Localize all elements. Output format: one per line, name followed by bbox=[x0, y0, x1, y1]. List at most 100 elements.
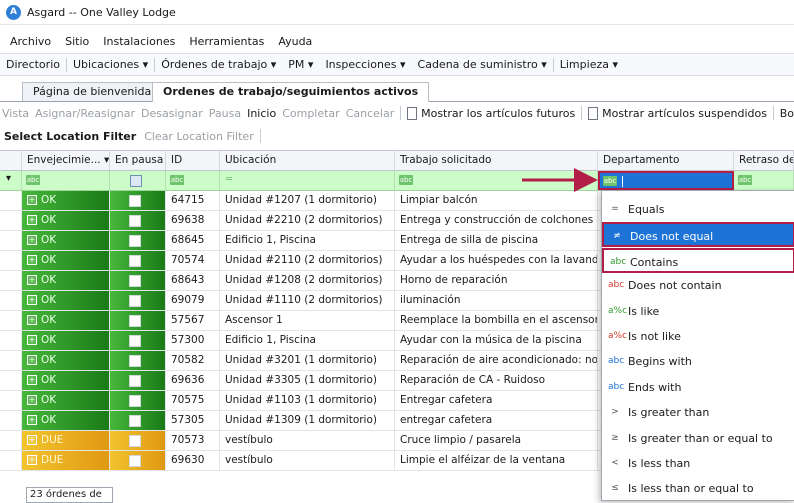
paused-checkbox[interactable] bbox=[129, 455, 141, 467]
show-suspended-checkbox[interactable] bbox=[587, 106, 599, 120]
menu-instalaciones[interactable]: Instalaciones bbox=[103, 35, 175, 48]
aging-cell: + OK bbox=[22, 331, 110, 350]
work-cell: Entrega y construcción de colchones de..… bbox=[395, 211, 598, 230]
menu-ayuda[interactable]: Ayuda bbox=[278, 35, 312, 48]
row-selector[interactable] bbox=[0, 211, 22, 230]
start-button[interactable]: Inicio bbox=[247, 107, 276, 120]
column-header-delay[interactable]: Retraso de r bbox=[734, 151, 794, 170]
tab-pagina-de-bienvenida[interactable]: Página de bienvenida bbox=[22, 82, 163, 101]
filter-cell-paused[interactable] bbox=[110, 171, 166, 190]
row-selector[interactable] bbox=[0, 311, 22, 330]
menu-archivo[interactable]: Archivo bbox=[10, 35, 51, 48]
complete-button[interactable]: Completar bbox=[282, 107, 340, 120]
paused-checkbox[interactable] bbox=[129, 215, 141, 227]
paused-checkbox[interactable] bbox=[129, 235, 141, 247]
filter-cell-delay[interactable]: abc bbox=[734, 171, 794, 190]
clear-location-filter-button[interactable]: Clear Location Filter bbox=[144, 130, 254, 143]
filter-menu-item[interactable]: > Is greater than bbox=[602, 400, 794, 425]
work-cell: entregar cafetera bbox=[395, 411, 598, 430]
paused-checkbox[interactable] bbox=[129, 395, 141, 407]
column-header-paused[interactable]: En pausa bbox=[110, 151, 166, 170]
filter-menu-item[interactable]: a%c Is not like bbox=[602, 324, 794, 349]
nav-directorio[interactable]: Directorio bbox=[0, 58, 66, 71]
nav-pm[interactable]: PM ▾ bbox=[282, 58, 319, 71]
row-selector[interactable] bbox=[0, 291, 22, 310]
filter-cell-department[interactable]: abc bbox=[598, 171, 734, 190]
column-header-aging[interactable]: Envejecimie... ▾ bbox=[22, 151, 110, 170]
row-selector[interactable] bbox=[0, 391, 22, 410]
paused-checkbox[interactable] bbox=[129, 335, 141, 347]
select-location-filter-button[interactable]: Select Location Filter bbox=[4, 130, 136, 143]
nav-ubicaciones[interactable]: Ubicaciones ▾ bbox=[67, 58, 154, 71]
row-selector[interactable] bbox=[0, 411, 22, 430]
nav-limpieza[interactable]: Limpieza ▾ bbox=[554, 58, 624, 71]
pause-button[interactable]: Pausa bbox=[209, 107, 241, 120]
row-selector[interactable] bbox=[0, 251, 22, 270]
show-future-checkbox[interactable] bbox=[406, 106, 418, 120]
expand-icon[interactable]: + bbox=[27, 395, 37, 405]
row-selector[interactable] bbox=[0, 431, 22, 450]
expand-icon[interactable]: + bbox=[27, 295, 37, 305]
filter-menu-item[interactable]: abc Does not contain bbox=[602, 273, 794, 298]
menu-sitio[interactable]: Sitio bbox=[65, 35, 89, 48]
expand-icon[interactable]: + bbox=[27, 415, 37, 425]
row-selector[interactable] bbox=[0, 271, 22, 290]
filter-menu-item[interactable]: ≤ Is less than or equal to bbox=[602, 476, 794, 501]
paused-checkbox[interactable] bbox=[129, 195, 141, 207]
paused-checkbox[interactable] bbox=[129, 255, 141, 267]
filter-menu-item[interactable]: abc Begins with bbox=[602, 349, 794, 374]
expand-icon[interactable]: + bbox=[27, 435, 37, 445]
view-button[interactable]: Vista bbox=[2, 107, 29, 120]
column-header-id[interactable]: ID bbox=[166, 151, 220, 170]
expand-icon[interactable]: + bbox=[27, 375, 37, 385]
expand-icon[interactable]: + bbox=[27, 215, 37, 225]
expand-icon[interactable]: + bbox=[27, 315, 37, 325]
id-cell: 70573 bbox=[166, 431, 220, 450]
expand-icon[interactable]: + bbox=[27, 275, 37, 285]
expand-icon[interactable]: + bbox=[27, 255, 37, 265]
filter-cell-work[interactable]: abc bbox=[395, 171, 598, 190]
filter-menu-item[interactable]: abc Contains bbox=[602, 247, 794, 273]
filter-menu-item[interactable]: < Is less than bbox=[602, 451, 794, 476]
cancel-button[interactable]: Cancelar bbox=[346, 107, 395, 120]
row-selector[interactable] bbox=[0, 371, 22, 390]
nav-cadena-de-suministro[interactable]: Cadena de suministro ▾ bbox=[412, 58, 553, 71]
nav-inspecciones[interactable]: Inspecciones ▾ bbox=[319, 58, 411, 71]
filter-menu-item[interactable]: ≠ Does not equal bbox=[602, 222, 794, 248]
aging-cell: + OK bbox=[22, 231, 110, 250]
tab-ordenes-de-trabajo[interactable]: Ordenes de trabajo/seguimientos activos bbox=[152, 82, 430, 102]
unassign-button[interactable]: Desasignar bbox=[141, 107, 203, 120]
row-selector[interactable] bbox=[0, 331, 22, 350]
paused-checkbox[interactable] bbox=[129, 375, 141, 387]
truncated-toolbar-button[interactable]: Bo bbox=[780, 107, 794, 120]
filter-menu-item[interactable]: abc Ends with bbox=[602, 375, 794, 400]
expand-icon[interactable]: + bbox=[27, 455, 37, 465]
assign-button[interactable]: Asignar/Reasignar bbox=[35, 107, 135, 120]
paused-checkbox[interactable] bbox=[129, 355, 141, 367]
menu-herramientas[interactable]: Herramientas bbox=[189, 35, 264, 48]
paused-checkbox[interactable] bbox=[129, 415, 141, 427]
paused-checkbox[interactable] bbox=[129, 295, 141, 307]
row-selector[interactable] bbox=[0, 451, 22, 470]
filter-menu-item[interactable]: = Equals bbox=[602, 197, 794, 222]
filter-menu-item[interactable]: ≥ Is greater than or equal to bbox=[602, 426, 794, 451]
row-selector[interactable] bbox=[0, 351, 22, 370]
location-cell: Unidad #1110 (2 dormitorios) bbox=[220, 291, 395, 310]
row-selector[interactable] bbox=[0, 191, 22, 210]
expand-icon[interactable]: + bbox=[27, 355, 37, 365]
filter-cell-location[interactable]: ═ bbox=[220, 171, 395, 190]
filter-menu-item[interactable]: a%c Is like bbox=[602, 299, 794, 324]
expand-icon[interactable]: + bbox=[27, 195, 37, 205]
nav-ordenes-de-trabajo[interactable]: Órdenes de trabajo ▾ bbox=[155, 58, 282, 71]
filter-cell-aging[interactable]: abc bbox=[22, 171, 110, 190]
paused-checkbox[interactable] bbox=[129, 275, 141, 287]
expand-icon[interactable]: + bbox=[27, 335, 37, 345]
column-header-location[interactable]: Ubicación bbox=[220, 151, 395, 170]
paused-checkbox[interactable] bbox=[129, 435, 141, 447]
row-selector[interactable] bbox=[0, 231, 22, 250]
column-header-work[interactable]: Trabajo solicitado bbox=[395, 151, 598, 170]
column-header-department[interactable]: Departamento bbox=[598, 151, 734, 170]
filter-cell-id[interactable]: abc bbox=[166, 171, 220, 190]
paused-checkbox[interactable] bbox=[129, 315, 141, 327]
expand-icon[interactable]: + bbox=[27, 235, 37, 245]
